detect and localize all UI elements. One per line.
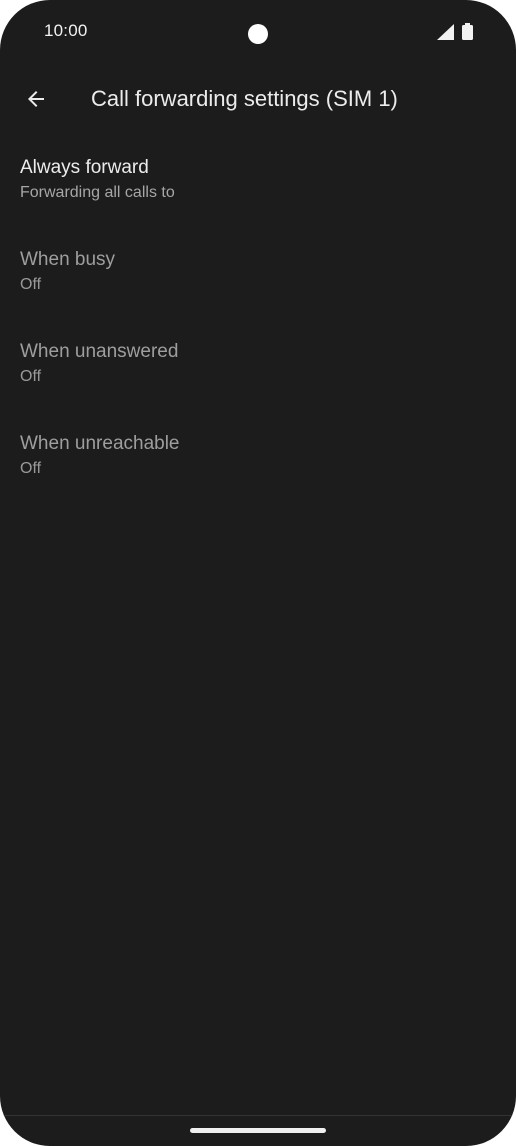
when-unanswered-item[interactable]: When unanswered Off (0, 326, 516, 418)
item-summary: Off (20, 368, 42, 385)
item-title: Always forward (20, 157, 149, 178)
cell-signal-icon (437, 24, 454, 40)
item-title: When busy (20, 249, 116, 270)
status-time: 10:00 (44, 21, 88, 40)
arrow-back-icon (28, 91, 44, 107)
camera-cutout (248, 24, 268, 44)
page-title: Call forwarding settings (SIM 1) (91, 86, 398, 111)
item-summary: Off (20, 276, 42, 293)
item-summary: Off (20, 460, 42, 477)
phone-screen: 10:00 Call forwarding settings (SIM 1) A… (0, 0, 516, 1146)
status-bar: 10:00 (0, 0, 516, 64)
navigation-bar-divider (0, 1115, 516, 1116)
always-forward-item[interactable]: Always forward Forwarding all calls to (0, 142, 516, 234)
battery-icon (462, 23, 473, 40)
item-title: When unanswered (20, 341, 179, 362)
item-summary: Forwarding all calls to (20, 184, 175, 201)
app-bar: Call forwarding settings (SIM 1) (0, 70, 516, 128)
back-button[interactable] (14, 77, 58, 121)
when-unreachable-item[interactable]: When unreachable Off (0, 418, 516, 510)
home-gesture-handle[interactable] (190, 1128, 326, 1133)
settings-list: Always forward Forwarding all calls to W… (0, 142, 516, 510)
when-busy-item[interactable]: When busy Off (0, 234, 516, 326)
item-title: When unreachable (20, 433, 180, 454)
